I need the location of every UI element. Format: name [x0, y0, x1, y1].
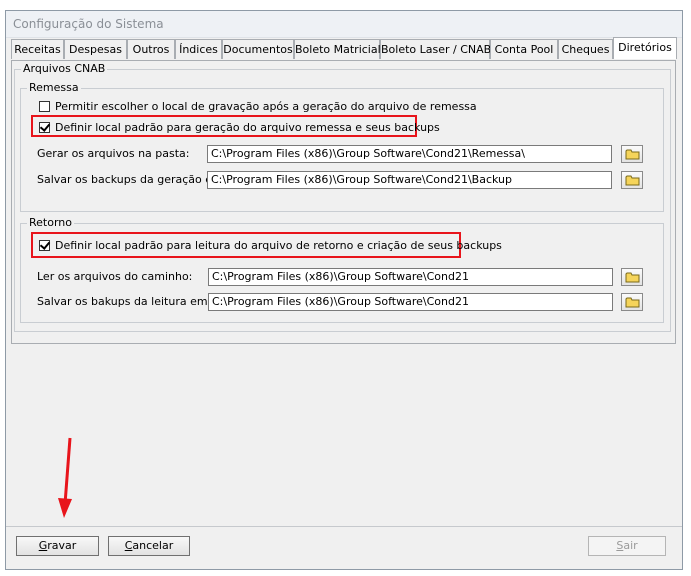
- gravar-button[interactable]: Gravar: [16, 536, 99, 556]
- salvar-backups-geracao-label: Salvar os backups da geração em:: [37, 173, 227, 186]
- permitir-local-label: Permitir escolher o local de gravação ap…: [55, 99, 477, 113]
- group-retorno: Retorno Definir local padrão para leitur…: [20, 216, 664, 323]
- definir-retorno-checkbox-row[interactable]: Definir local padrão para leitura do arq…: [39, 237, 502, 253]
- folder-icon: [625, 272, 640, 283]
- group-remessa: Remessa Permitir escolher o local de gra…: [20, 81, 664, 212]
- tab-outros[interactable]: Outros: [127, 39, 175, 59]
- tab-conta-pool[interactable]: Conta Pool: [490, 39, 558, 59]
- checkmark-icon: [39, 238, 51, 250]
- permitir-local-checkbox[interactable]: [39, 100, 50, 112]
- cancelar-label: ancelar: [132, 539, 174, 552]
- salvar-bakups-leitura-browse-button[interactable]: [621, 293, 643, 311]
- title-bar: Configuração do Sistema: [6, 11, 682, 38]
- sair-button[interactable]: Sair: [588, 536, 666, 556]
- salvar-backups-geracao-field[interactable]: C:\Program Files (x86)\Group Software\Co…: [207, 171, 612, 189]
- cancelar-button[interactable]: Cancelar: [108, 536, 190, 556]
- definir-remessa-checkbox[interactable]: [39, 120, 51, 133]
- window-title: Configuração do Sistema: [13, 17, 164, 31]
- tab-receitas[interactable]: Receitas: [11, 39, 64, 59]
- folder-icon: [625, 175, 640, 186]
- group-label-remessa: Remessa: [27, 81, 81, 95]
- salvar-bakups-leitura-field[interactable]: C:\Program Files (x86)\Group Software\Co…: [208, 293, 613, 311]
- tab-strip: Receitas Despesas Outros Índices Documen…: [11, 37, 682, 61]
- ler-caminho-label: Ler os arquivos do caminho:: [37, 270, 193, 283]
- bottom-separator: [6, 526, 682, 527]
- gerar-pasta-browse-button[interactable]: [621, 145, 643, 163]
- definir-remessa-checkbox-row[interactable]: Definir local padrão para geração do arq…: [39, 119, 440, 135]
- tab-boleto-matricial[interactable]: Boleto Matricial: [294, 39, 381, 59]
- folder-icon: [625, 297, 640, 308]
- folder-icon: [625, 149, 640, 160]
- gravar-mnemonic: G: [38, 539, 48, 552]
- salvar-backups-geracao-browse-button[interactable]: [621, 171, 643, 189]
- tab-despesas[interactable]: Despesas: [64, 39, 127, 59]
- ler-caminho-browse-button[interactable]: [621, 268, 643, 286]
- tab-panel-diretorios: Arquivos CNAB Remessa Permitir escolher …: [11, 60, 676, 344]
- tab-diretorios[interactable]: Diretórios: [613, 37, 677, 59]
- config-window: Configuração do Sistema Receitas Despesa…: [5, 10, 683, 570]
- gerar-pasta-label: Gerar os arquivos na pasta:: [37, 147, 190, 160]
- tab-indices[interactable]: Índices: [175, 39, 222, 59]
- group-arquivos-cnab: Arquivos CNAB Remessa Permitir escolher …: [14, 62, 671, 332]
- gravar-label: ravar: [47, 539, 77, 552]
- permitir-local-checkbox-row[interactable]: Permitir escolher o local de gravação ap…: [39, 98, 477, 114]
- group-label-arquivos-cnab: Arquivos CNAB: [21, 62, 108, 76]
- salvar-bakups-leitura-label: Salvar os bakups da leitura em:: [37, 295, 212, 308]
- sair-label: air: [623, 539, 638, 552]
- checkmark-icon: [39, 120, 51, 132]
- group-label-retorno: Retorno: [27, 216, 74, 230]
- red-arrow-icon: [58, 437, 72, 518]
- tab-cheques[interactable]: Cheques: [558, 39, 613, 59]
- tab-boleto-laser-cnab[interactable]: Boleto Laser / CNAB: [380, 39, 491, 59]
- definir-retorno-checkbox[interactable]: [39, 238, 51, 251]
- definir-retorno-label: Definir local padrão para leitura do arq…: [55, 238, 502, 252]
- definir-remessa-label: Definir local padrão para geração do arq…: [55, 120, 440, 134]
- gerar-pasta-field[interactable]: C:\Program Files (x86)\Group Software\Co…: [207, 145, 612, 163]
- ler-caminho-field[interactable]: C:\Program Files (x86)\Group Software\Co…: [208, 268, 613, 286]
- tab-documentos[interactable]: Documentos: [222, 39, 294, 59]
